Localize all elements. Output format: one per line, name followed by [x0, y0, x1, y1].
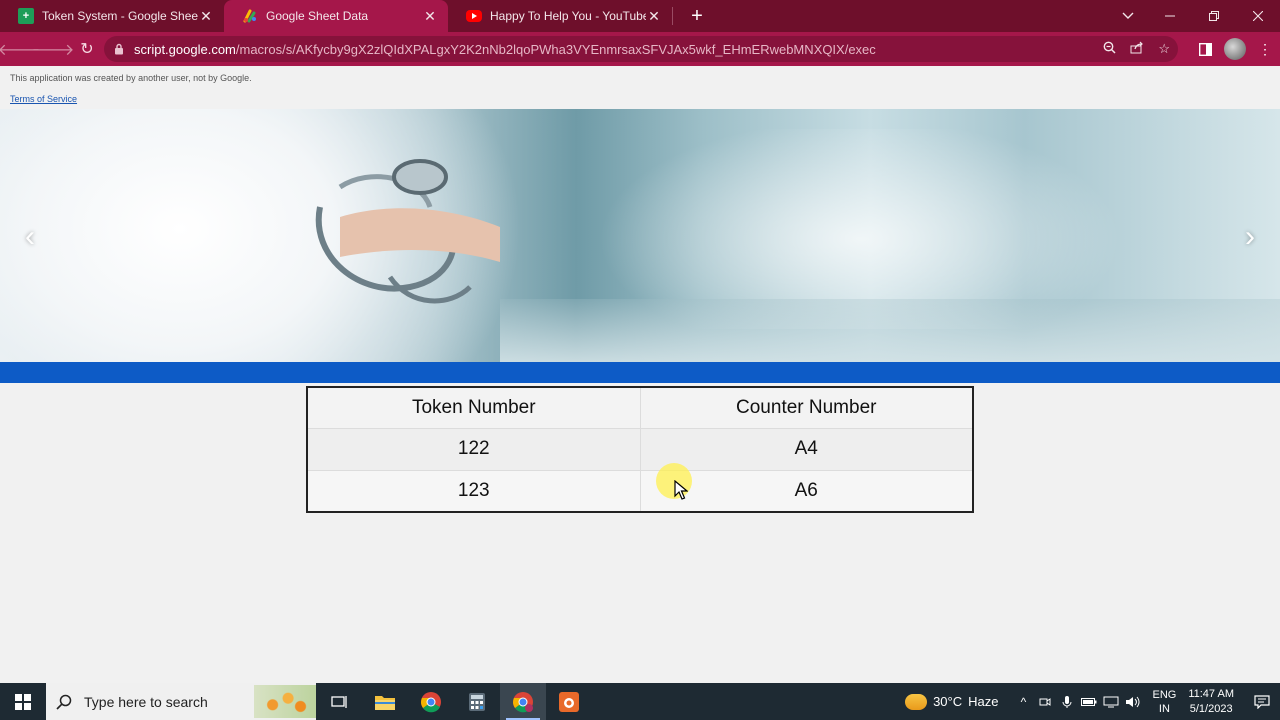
counter-number-cell: A4 [639, 428, 974, 471]
token-number-cell: 123 [306, 469, 641, 513]
region-code: IN [1158, 702, 1170, 715]
sheets-icon: + [18, 8, 34, 24]
start-button[interactable] [0, 683, 46, 720]
chrome-profile-icon [513, 691, 533, 712]
search-placeholder: Type here to search [84, 693, 208, 710]
clock-time: 11:47 AM [1188, 687, 1234, 700]
battery-icon[interactable] [1078, 683, 1100, 720]
windows-logo-icon [15, 693, 31, 710]
haze-weather-icon [905, 693, 928, 710]
volume-icon[interactable] [1122, 683, 1144, 720]
chrome-icon [421, 691, 441, 712]
chrome-active-button[interactable] [500, 683, 546, 720]
back-arrow-icon[interactable]: 🡐 [0, 34, 40, 64]
table-row: 122 A4 [306, 428, 974, 471]
language-code: ENG [1152, 688, 1177, 701]
microphone-icon[interactable] [1056, 683, 1078, 720]
close-icon[interactable]: ✕ [198, 8, 214, 24]
address-bar[interactable]: script.google.com/macros/s/AKfycby9gX2zl… [104, 36, 1178, 62]
tab-title: Google Sheet Data [266, 9, 369, 23]
windows-taskbar: Type here to search 30°C Haze ^ ENG IN 1… [0, 683, 1280, 720]
mouse-cursor-icon [674, 480, 688, 500]
token-table: Token Number Counter Number 122 A4 123 A… [306, 386, 974, 513]
recorder-icon [559, 691, 579, 712]
bookmark-star-icon[interactable]: ☆ [1158, 41, 1170, 57]
close-window-icon[interactable] [1236, 0, 1280, 32]
hero-carousel: ‹ › [0, 109, 1280, 362]
meet-now-icon[interactable] [1034, 683, 1056, 720]
apps-script-icon [242, 8, 258, 24]
tab-divider [672, 7, 673, 25]
carousel-prev-button[interactable]: ‹ [15, 217, 45, 257]
clock-date: 5/1/2023 [1189, 702, 1233, 715]
task-view-button[interactable] [316, 683, 362, 720]
token-number-cell: 122 [306, 428, 641, 471]
lock-icon[interactable] [112, 42, 126, 56]
calculator-icon [469, 692, 485, 711]
show-hidden-icons-icon[interactable]: ^ [1012, 683, 1034, 720]
task-view-icon [331, 695, 347, 708]
search-icon [56, 694, 72, 710]
toolbar-right: ⋮ [1190, 32, 1280, 66]
weather-desc: Haze [968, 694, 999, 709]
language-indicator[interactable]: ENG IN [1152, 688, 1176, 716]
url-host: script.google.com [134, 41, 236, 57]
tab-search-icon[interactable] [1114, 0, 1142, 32]
tab-title: Token System - Google Sheets [42, 9, 198, 23]
chrome-button[interactable] [408, 683, 454, 720]
taskbar-search-box[interactable]: Type here to search [46, 683, 316, 720]
screen-recorder-button[interactable] [546, 683, 592, 720]
window-controls [1148, 0, 1280, 32]
stethoscope-image [315, 159, 500, 304]
table-row: 123 A6 [306, 469, 974, 513]
new-tab-button[interactable]: + [681, 0, 713, 32]
tab-strip: + Token System - Google Sheets ✕ Google … [0, 0, 1280, 32]
weather-widget[interactable]: 30°C Haze [905, 693, 999, 710]
header-counter-number: Counter Number [639, 386, 974, 430]
search-highlight-art [254, 685, 316, 718]
minimize-icon[interactable] [1148, 0, 1192, 32]
close-icon[interactable]: ✕ [422, 8, 438, 24]
profile-avatar[interactable] [1220, 32, 1250, 66]
browser-toolbar: 🡐 🡒 ↻ script.google.com/macros/s/AKfycby… [0, 32, 1280, 66]
tab-google-sheet-data[interactable]: Google Sheet Data ✕ [224, 0, 448, 32]
screen: + Token System - Google Sheets ✕ Google … [0, 0, 1280, 720]
corridor-floor [500, 299, 1280, 362]
omnibox-actions: ☆ [1103, 36, 1170, 62]
network-icon[interactable] [1100, 683, 1122, 720]
kebab-menu-icon[interactable]: ⋮ [1250, 32, 1280, 66]
folder-icon [375, 695, 395, 710]
header-token-number: Token Number [306, 386, 641, 430]
zoom-icon[interactable] [1103, 41, 1116, 57]
file-explorer-button[interactable] [362, 683, 408, 720]
restore-icon[interactable] [1192, 0, 1236, 32]
page-content: This application was created by another … [0, 66, 1280, 683]
clock[interactable]: 11:47 AM 5/1/2023 [1188, 687, 1234, 717]
forward-arrow-icon[interactable]: 🡒 [32, 34, 75, 64]
tab-title: Happy To Help You - YouTube [490, 9, 646, 23]
youtube-icon [466, 10, 482, 22]
tab-token-system[interactable]: + Token System - Google Sheets ✕ [0, 0, 224, 32]
tab-youtube[interactable]: Happy To Help You - YouTube ✕ [448, 0, 672, 32]
side-panel-icon[interactable] [1190, 32, 1220, 66]
notification-center-icon[interactable] [1244, 683, 1280, 720]
reload-icon[interactable]: ↻ [72, 34, 102, 64]
terms-of-service-link[interactable]: Terms of Service [10, 94, 77, 104]
table-header-row: Token Number Counter Number [306, 386, 974, 430]
system-tray: 30°C Haze ^ ENG IN 11:47 AM 5/1/2023 [905, 683, 1280, 720]
url-path: /macros/s/AKfycby9gX2zlQIdXPALgxY2K2nNb2… [235, 41, 876, 57]
accent-bar [0, 362, 1280, 383]
avatar [1224, 38, 1246, 60]
close-icon[interactable]: ✕ [646, 8, 662, 24]
share-icon[interactable] [1130, 41, 1144, 57]
weather-temp: 30°C [933, 694, 963, 709]
app-notice: This application was created by another … [10, 73, 252, 83]
calculator-button[interactable] [454, 683, 500, 720]
carousel-next-button[interactable]: › [1235, 217, 1265, 257]
